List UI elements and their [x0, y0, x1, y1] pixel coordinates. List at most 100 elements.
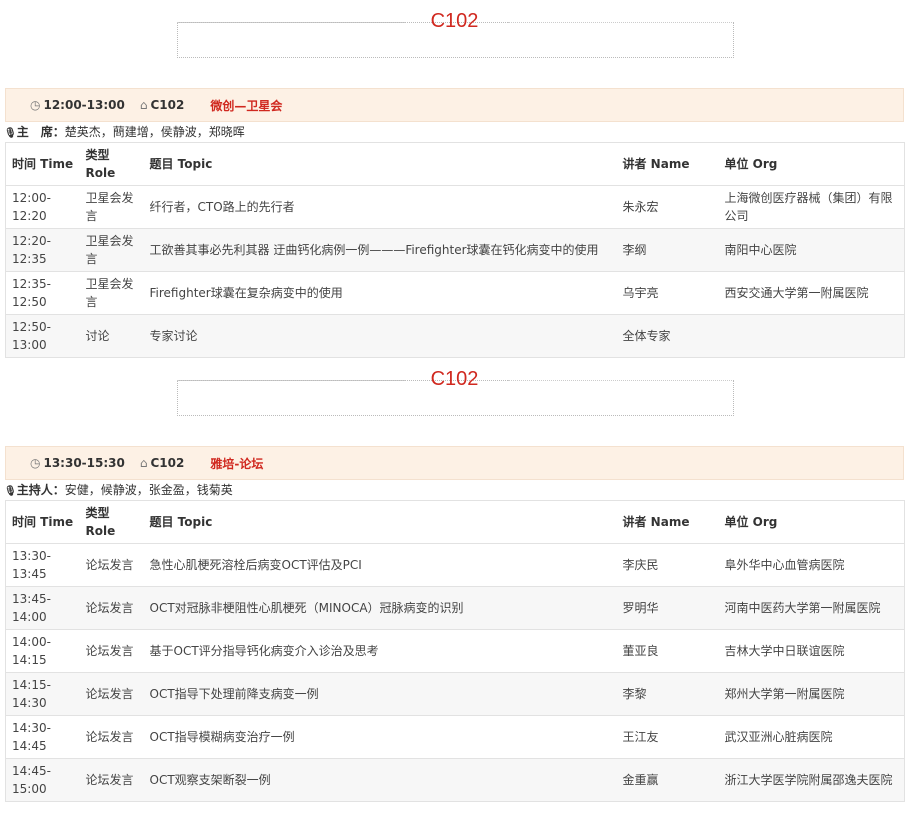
table-cell: 13:30-13:45 [5, 543, 80, 587]
session-time: 12:00-13:00 [43, 98, 125, 112]
session-header: ◷ 12:00-13:00 ⌂ C102 微创—卫星会 [5, 88, 904, 122]
table-cell: 论坛发言 [79, 543, 144, 587]
session-block: C102 ◷ 13:30-15:30 ⌂ C102 雅培-论坛 🎙主持人：安健，候静波，张金… [0, 358, 909, 802]
chair-label: 主持人： [16, 483, 65, 497]
table-cell: 李黎 [616, 672, 719, 716]
table-cell: 12:35-12:50 [5, 271, 80, 315]
table-row: 12:50-13:00 讨论 专家讨论 全体专家 [5, 314, 905, 358]
table-cell: 郑州大学第一附属医院 [718, 672, 905, 716]
room-banner: C102 [0, 358, 909, 416]
home-icon: ⌂ [139, 98, 148, 112]
table-row: 14:15-14:30 论坛发言 OCT指导下处理前降支病变一例 李黎 郑州大学第一附属… [5, 672, 905, 716]
table-cell: 卫星会发言 [79, 271, 144, 315]
table-cell: 讨论 [79, 314, 144, 358]
table-cell: 论坛发言 [79, 586, 144, 630]
session-name: 雅培-论坛 [210, 456, 264, 471]
table-cell: 13:45-14:00 [5, 586, 80, 630]
schedule-table: 时间 Time 类型 Role 题目 Topic 讲者 Name 单位 Org 13:30… [5, 500, 905, 802]
table-cell: OCT指导下处理前降支病变一例 [143, 672, 617, 716]
table-cell: 李庆民 [616, 543, 719, 587]
table-cell: 乌宇亮 [616, 271, 719, 315]
table-row: 12:00-12:20 卫星会发言 纤行者，CTO路上的先行者 朱永宏 上海微创医疗器械… [5, 185, 905, 229]
table-cell: 河南中医药大学第一附属医院 [718, 586, 905, 630]
session-room: C102 [150, 456, 185, 470]
table-cell: 全体专家 [616, 314, 719, 358]
table-cell: 南阳中心医院 [718, 228, 905, 272]
session-time: 13:30-15:30 [43, 456, 125, 470]
table-cell: 14:45-15:00 [5, 758, 80, 802]
table-cell: 14:15-14:30 [5, 672, 80, 716]
table-cell: 武汉亚洲心脏病医院 [718, 715, 905, 759]
table-row: 14:30-14:45 论坛发言 OCT指导模糊病变治疗一例 王江友 武汉亚洲心脏病医院 [5, 715, 905, 759]
column-header: 时间 Time [5, 142, 80, 186]
table-cell: 基于OCT评分指导钙化病变介入诊治及思考 [143, 629, 617, 673]
table-cell: 工欲善其事必先利其器 迂曲钙化病例一例———Firefighter球囊在钙化病变… [143, 228, 617, 272]
room-title: C102 [430, 368, 479, 390]
chair-line: 🎙主持人：安健，候静波，张金盈，钱菊英 [0, 480, 909, 500]
column-header: 讲者 Name [616, 500, 719, 544]
table-cell: 急性心肌梗死溶栓后病变OCT评估及PCI [143, 543, 617, 587]
column-header: 时间 Time [5, 500, 80, 544]
table-cell: 西安交通大学第一附属医院 [718, 271, 905, 315]
session-block: C102 ◷ 12:00-13:00 ⌂ C102 微创—卫星会 🎙主 席：楚英杰，蔄建增，… [0, 0, 909, 358]
room-banner: C102 [0, 0, 909, 58]
table-cell: 论坛发言 [79, 715, 144, 759]
room-title: C102 [430, 10, 479, 32]
table-cell: 专家讨论 [143, 314, 617, 358]
table-row: 12:35-12:50 卫星会发言 Firefighter球囊在复杂病变中的使用 乌宇… [5, 271, 905, 315]
table-cell: 14:30-14:45 [5, 715, 80, 759]
table-cell: 12:20-12:35 [5, 228, 80, 272]
table-cell: 卫星会发言 [79, 185, 144, 229]
table-row: 12:20-12:35 卫星会发言 工欲善其事必先利其器 迂曲钙化病例一例———Fi… [5, 228, 905, 272]
chair-names: 楚英杰，蔄建增，侯静波，郑晓晖 [64, 125, 245, 139]
table-cell: 12:00-12:20 [5, 185, 80, 229]
table-cell: Firefighter球囊在复杂病变中的使用 [143, 271, 617, 315]
table-cell: 李纲 [616, 228, 719, 272]
table-cell: 罗明华 [616, 586, 719, 630]
table-cell: OCT对冠脉非梗阻性心肌梗死（MINOCA）冠脉病变的识别 [143, 586, 617, 630]
table-cell: 阜外华中心血管病医院 [718, 543, 905, 587]
column-header: 单位 Org [718, 142, 905, 186]
table-cell [718, 314, 905, 358]
schedule-page: C102 ◷ 12:00-13:00 ⌂ C102 微创—卫星会 🎙主 席：楚英杰，蔄建增，… [0, 0, 909, 802]
session-room: C102 [150, 98, 185, 112]
clock-icon: ◷ [30, 98, 41, 112]
table-row: 14:00-14:15 论坛发言 基于OCT评分指导钙化病变介入诊治及思考 董亚良 吉林… [5, 629, 905, 673]
clock-icon: ◷ [30, 456, 41, 470]
table-cell: 12:50-13:00 [5, 314, 80, 358]
table-cell: 朱永宏 [616, 185, 719, 229]
table-cell: 浙江大学医学院附属邵逸夫医院 [718, 758, 905, 802]
table-cell: 论坛发言 [79, 672, 144, 716]
column-header: 讲者 Name [616, 142, 719, 186]
table-row: 13:30-13:45 论坛发言 急性心肌梗死溶栓后病变OCT评估及PCI 李庆民 阜外… [5, 543, 905, 587]
microphone-icon: 🎙 [4, 486, 17, 497]
chair-names: 安健，候静波，张金盈，钱菊英 [64, 483, 233, 497]
table-cell: 纤行者，CTO路上的先行者 [143, 185, 617, 229]
home-icon: ⌂ [139, 456, 148, 470]
table-cell: 吉林大学中日联谊医院 [718, 629, 905, 673]
column-header: 题目 Topic [143, 142, 617, 186]
table-cell: OCT观察支架断裂一例 [143, 758, 617, 802]
column-header: 单位 Org [718, 500, 905, 544]
session-header: ◷ 13:30-15:30 ⌂ C102 雅培-论坛 [5, 446, 904, 480]
table-row: 14:45-15:00 论坛发言 OCT观察支架断裂一例 金重赢 浙江大学医学院附属邵逸… [5, 758, 905, 802]
table-cell: 金重赢 [616, 758, 719, 802]
chair-label: 主 席： [16, 125, 65, 139]
table-header-row: 时间 Time 类型 Role 题目 Topic 讲者 Name 单位 Org [5, 142, 905, 186]
microphone-icon: 🎙 [4, 128, 17, 139]
table-header-row: 时间 Time 类型 Role 题目 Topic 讲者 Name 单位 Org [5, 500, 905, 544]
table-cell: OCT指导模糊病变治疗一例 [143, 715, 617, 759]
table-row: 13:45-14:00 论坛发言 OCT对冠脉非梗阻性心肌梗死（MINOCA）冠脉病… [5, 586, 905, 630]
column-header: 题目 Topic [143, 500, 617, 544]
table-cell: 上海微创医疗器械（集团）有限公司 [718, 185, 905, 229]
column-header: 类型 Role [79, 500, 144, 544]
chair-line: 🎙主 席：楚英杰，蔄建增，侯静波，郑晓晖 [0, 122, 909, 142]
schedule-table: 时间 Time 类型 Role 题目 Topic 讲者 Name 单位 Org 12:00… [5, 142, 905, 358]
table-cell: 14:00-14:15 [5, 629, 80, 673]
table-cell: 论坛发言 [79, 758, 144, 802]
table-cell: 论坛发言 [79, 629, 144, 673]
table-cell: 卫星会发言 [79, 228, 144, 272]
table-cell: 王江友 [616, 715, 719, 759]
